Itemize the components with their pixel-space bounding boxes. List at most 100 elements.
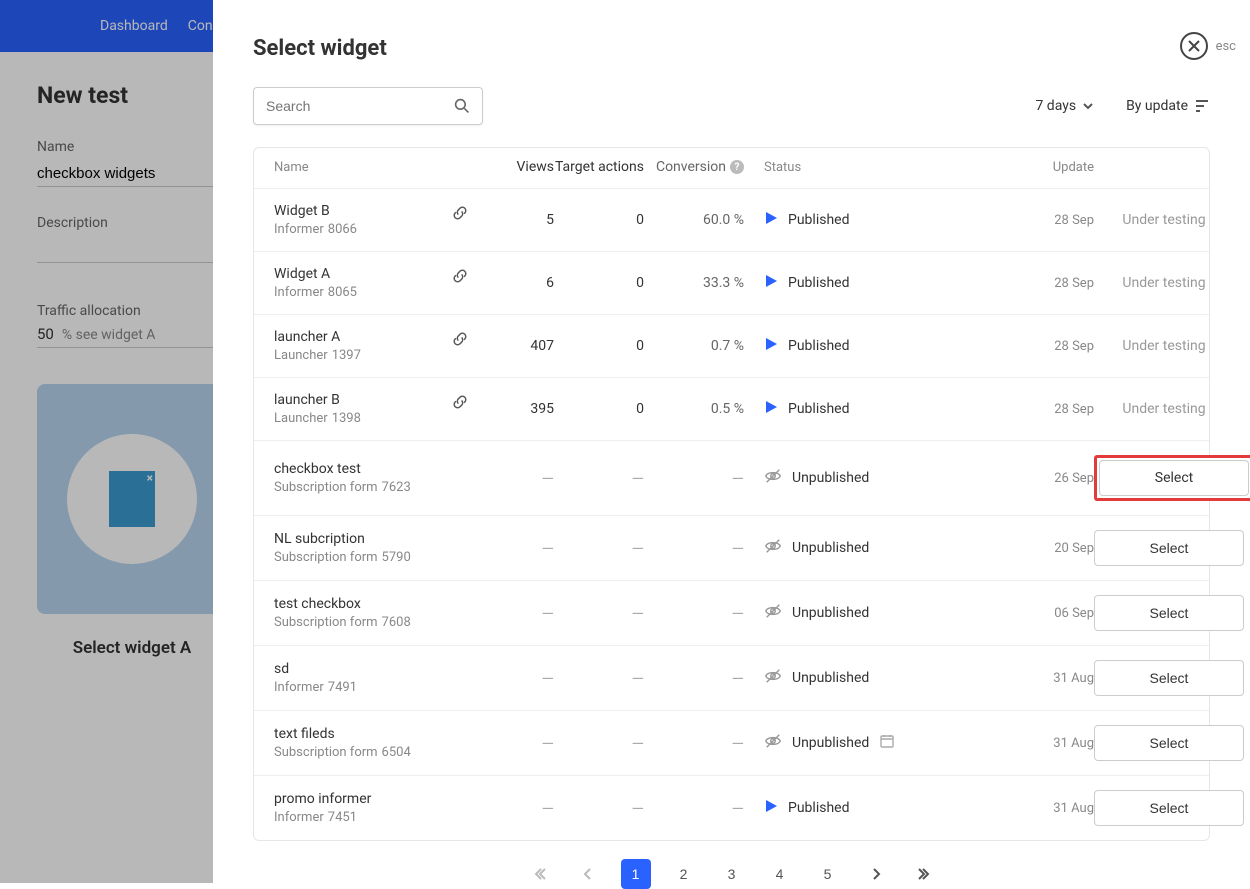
- period-value: 7 days: [1035, 98, 1076, 114]
- action-cell: Select: [1094, 660, 1234, 696]
- views-cell: —: [474, 604, 554, 623]
- conversion-cell: —: [644, 604, 744, 623]
- action-cell: Select: [1094, 595, 1234, 631]
- status-cell: Unpublished: [744, 667, 984, 689]
- status-text: Unpublished: [792, 605, 869, 621]
- help-icon[interactable]: ?: [730, 160, 744, 174]
- conversion-cell: —: [644, 539, 744, 558]
- page-5[interactable]: 5: [813, 859, 843, 889]
- link-icon[interactable]: [452, 268, 468, 284]
- under-testing-label: Under testing: [1122, 401, 1205, 417]
- table-row: promo informerInformer7451———Published31…: [254, 775, 1209, 840]
- pagination: 12345: [253, 859, 1210, 889]
- select-button[interactable]: Select: [1094, 530, 1244, 566]
- under-testing-label: Under testing: [1122, 338, 1205, 354]
- select-button-highlighted[interactable]: Select: [1094, 455, 1250, 501]
- update-cell: 28 Sep: [984, 339, 1094, 354]
- select-button[interactable]: Select: [1094, 660, 1244, 696]
- widget-name-cell: sd Informer7491: [274, 661, 474, 695]
- views-cell: 6: [474, 275, 554, 291]
- target-cell: —: [554, 799, 644, 818]
- update-cell: 06 Sep: [984, 606, 1094, 621]
- views-cell: —: [474, 799, 554, 818]
- search-input[interactable]: [266, 98, 454, 114]
- table-row: launcher ALauncher139740700.7 %Published…: [254, 314, 1209, 377]
- status-cell: Unpublished: [744, 467, 984, 489]
- select-button[interactable]: Select: [1094, 725, 1244, 761]
- widget-name: Widget A: [274, 266, 474, 282]
- widget-name: text fileds: [274, 726, 474, 742]
- page-2[interactable]: 2: [669, 859, 699, 889]
- col-update: Update: [984, 160, 1094, 175]
- page-next[interactable]: [861, 859, 891, 889]
- conversion-cell: —: [644, 469, 744, 488]
- widget-name-cell: launcher BLauncher1398: [274, 392, 474, 426]
- sort-icon: [1194, 98, 1210, 114]
- views-cell: 5: [474, 212, 554, 228]
- widget-subtype: Informer8065: [274, 285, 474, 300]
- status-cell: Unpublished: [744, 602, 984, 624]
- link-icon[interactable]: [452, 205, 468, 221]
- sort-value: By update: [1126, 98, 1188, 114]
- status-text: Unpublished: [792, 735, 869, 751]
- page-1[interactable]: 1: [621, 859, 651, 889]
- widget-subtype: Subscription form6504: [274, 745, 474, 760]
- widget-name-cell: launcher ALauncher1397: [274, 329, 474, 363]
- search-box[interactable]: [253, 87, 483, 125]
- eye-off-icon: [764, 537, 782, 559]
- status-cell: Published: [744, 337, 984, 355]
- period-dropdown[interactable]: 7 days: [1035, 98, 1094, 114]
- link-icon[interactable]: [452, 394, 468, 410]
- col-conversion: Conversion ?: [644, 159, 744, 175]
- widget-name: NL subcription: [274, 531, 474, 547]
- status-text: Published: [788, 401, 849, 417]
- widget-name-cell: NL subcriptionSubscription form5790: [274, 531, 474, 565]
- page-3[interactable]: 3: [717, 859, 747, 889]
- col-views: Views: [474, 159, 554, 175]
- table-row: NL subcriptionSubscription form5790———Un…: [254, 515, 1209, 580]
- col-status: Status: [744, 160, 984, 175]
- play-icon: [764, 337, 778, 355]
- sort-dropdown[interactable]: By update: [1126, 98, 1210, 114]
- widget-name-cell: text fileds Subscription form6504: [274, 726, 474, 760]
- status-text: Published: [788, 800, 849, 816]
- page-last[interactable]: [909, 859, 939, 889]
- close-button[interactable]: [1180, 32, 1208, 60]
- eye-off-icon: [764, 667, 782, 689]
- status-text: Published: [788, 212, 849, 228]
- action-cell: Select: [1094, 790, 1234, 826]
- widget-name: sd: [274, 661, 474, 677]
- action-cell: Under testing: [1094, 401, 1234, 417]
- views-cell: 395: [474, 401, 554, 417]
- select-button[interactable]: Select: [1094, 595, 1244, 631]
- page-prev[interactable]: [573, 859, 603, 889]
- widget-name: promo informer: [274, 791, 474, 807]
- widget-subtype: Launcher1398: [274, 411, 474, 426]
- play-icon: [764, 274, 778, 292]
- action-cell: Select: [1094, 530, 1234, 566]
- conversion-cell: —: [644, 669, 744, 688]
- widget-subtype: Informer7451: [274, 810, 474, 825]
- update-cell: 31 Aug: [984, 801, 1094, 816]
- play-icon: [764, 400, 778, 418]
- views-cell: —: [474, 669, 554, 688]
- conversion-cell: 0.5 %: [644, 401, 744, 417]
- widget-name-cell: test checkboxSubscription form7608: [274, 596, 474, 630]
- action-cell: Select: [1094, 455, 1234, 501]
- views-cell: 407: [474, 338, 554, 354]
- col-name: Name: [274, 160, 474, 175]
- status-text: Unpublished: [792, 470, 869, 486]
- target-cell: 0: [554, 401, 644, 417]
- action-cell: Under testing: [1094, 275, 1234, 291]
- widget-subtype: Informer7491: [274, 680, 474, 695]
- close-icon: [1187, 39, 1201, 53]
- select-button[interactable]: Select: [1094, 790, 1244, 826]
- conversion-cell: —: [644, 734, 744, 753]
- action-cell: Select: [1094, 725, 1234, 761]
- play-icon: [764, 211, 778, 229]
- conversion-cell: 33.3 %: [644, 275, 744, 291]
- link-icon[interactable]: [452, 331, 468, 347]
- page-4[interactable]: 4: [765, 859, 795, 889]
- page-first[interactable]: [525, 859, 555, 889]
- conversion-cell: —: [644, 799, 744, 818]
